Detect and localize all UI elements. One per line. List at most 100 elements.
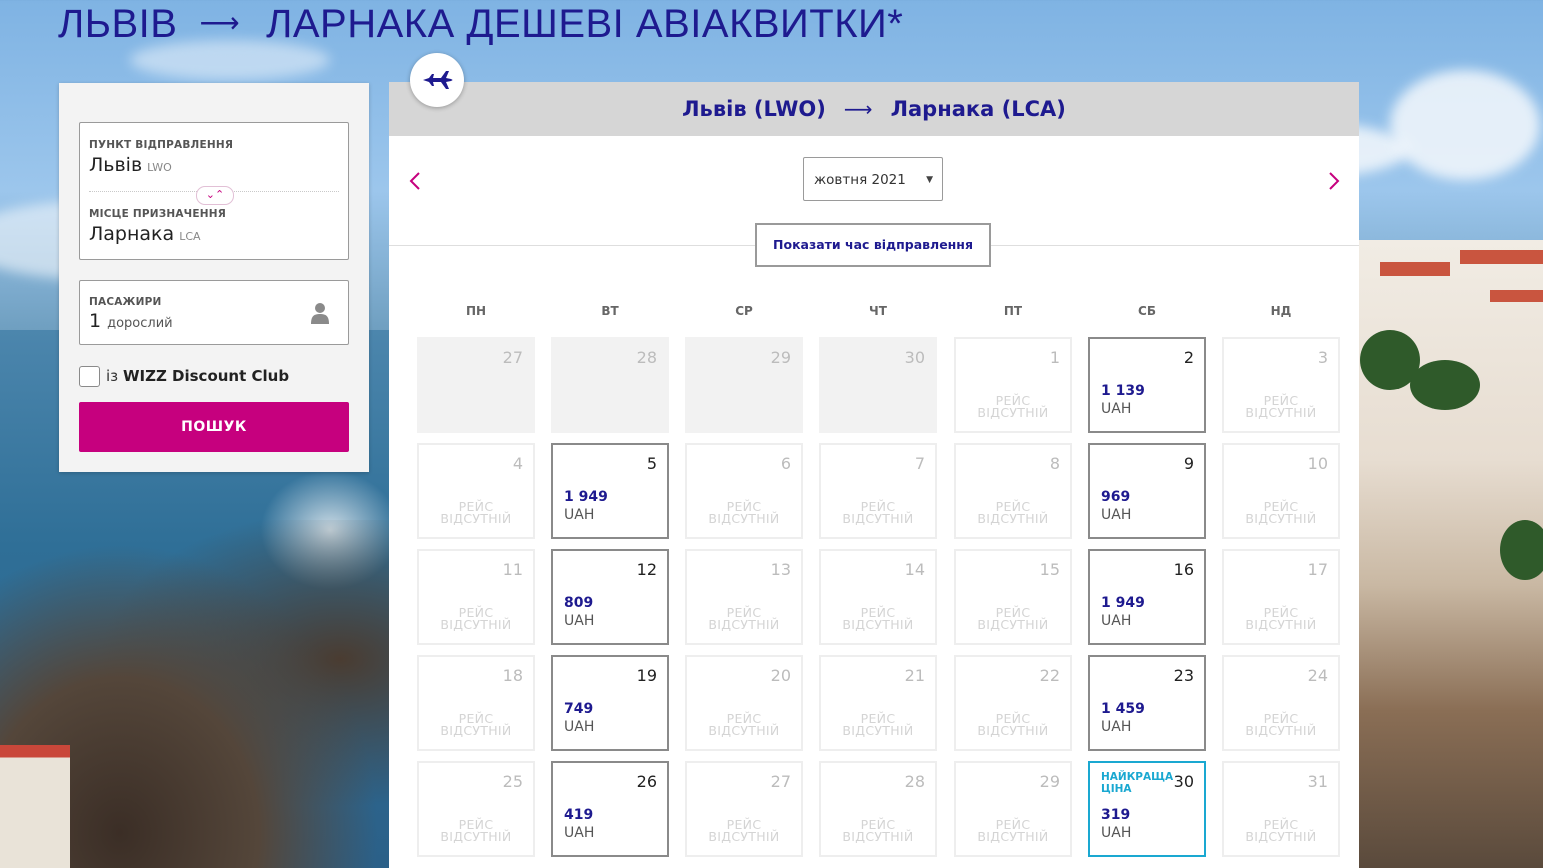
no-flight-label: РЕЙС ВІДСУТНІЙ [977, 499, 1049, 526]
passengers-count: 1 [89, 310, 102, 332]
day-currency: UAH [1101, 401, 1132, 417]
month-select[interactable]: жовтня 2021 ▼ [803, 157, 943, 201]
day-currency: UAH [1101, 825, 1132, 841]
wdc-prefix: із [106, 367, 119, 385]
origin-city: Львів [89, 154, 143, 176]
weekday-label: ЧТ [869, 304, 887, 318]
no-flight-label: РЕЙС ВІДСУТНІЙ [708, 499, 780, 526]
calendar-route: Львів (LWO) ⟶ Ларнака (LCA) [682, 97, 1066, 121]
calendar-route-arrow: ⟶ [843, 97, 873, 121]
day-number: 18 [502, 666, 523, 685]
airplane-icon [423, 71, 453, 89]
day-number: 14 [904, 560, 925, 579]
no-flight-label: РЕЙС ВІДСУТНІЙ [842, 605, 914, 632]
day-number: 1 [1049, 348, 1060, 367]
calendar-day[interactable]: 2 1 139 UAH [1088, 337, 1206, 433]
day-currency: UAH [1101, 613, 1132, 629]
no-flight-label: РЕЙС ВІДСУТНІЙ [440, 817, 512, 844]
destination-city: Ларнака [89, 223, 175, 245]
day-price: 1 459 [1101, 701, 1145, 717]
calendar-day[interactable]: 12 809 UAH [551, 549, 669, 645]
day-number: 2 [1183, 348, 1194, 367]
search-button[interactable]: ПОШУК [79, 402, 349, 452]
day-currency: UAH [1101, 719, 1132, 735]
airplane-badge [410, 53, 464, 107]
no-flight-label: РЕЙС ВІДСУТНІЙ [1245, 817, 1317, 844]
wdc-row: із WIZZ Discount Club [79, 365, 289, 387]
day-price: 1 949 [564, 489, 608, 505]
chevron-left-icon[interactable] [406, 170, 426, 192]
calendar-day: 8 РЕЙС ВІДСУТНІЙ [954, 443, 1072, 539]
calendar-day[interactable]: 26 419 UAH [551, 761, 669, 857]
wdc-name: WIZZ Discount Club [122, 367, 290, 385]
day-number: 28 [904, 772, 925, 791]
calendar-day: 13 РЕЙС ВІДСУТНІЙ [685, 549, 803, 645]
route-selector: ПУНКТ ВІДПРАВЛЕННЯ Львів LWO ⌄⌃ МІСЦЕ ПРИ… [79, 122, 349, 260]
day-currency: UAH [564, 825, 595, 841]
destination-field[interactable]: МІСЦЕ ПРИЗНАЧЕННЯ Ларнака LCA [80, 193, 348, 259]
day-number: 9 [1183, 454, 1194, 473]
no-flight-label: РЕЙС ВІДСУТНІЙ [977, 393, 1049, 420]
show-departure-times-button[interactable]: Показати час відправлення [755, 223, 991, 267]
no-flight-label: РЕЙС ВІДСУТНІЙ [1245, 393, 1317, 420]
origin-value: Львів LWO [89, 154, 172, 176]
day-price: 969 [1101, 489, 1131, 505]
day-number: 29 [1039, 772, 1060, 791]
day-price: 749 [564, 701, 594, 717]
calendar-day: 10 РЕЙС ВІДСУТНІЙ [1222, 443, 1340, 539]
search-panel: ПУНКТ ВІДПРАВЛЕННЯ Львів LWO ⌄⌃ МІСЦЕ ПРИ… [59, 83, 369, 472]
day-number: 3 [1317, 348, 1328, 367]
day-currency: UAH [564, 507, 595, 523]
calendar-day: 18 РЕЙС ВІДСУТНІЙ [417, 655, 535, 751]
day-number: 23 [1173, 666, 1194, 685]
origin-field[interactable]: ПУНКТ ВІДПРАВЛЕННЯ Львів LWO [80, 123, 348, 189]
calendar-route-to: Ларнака (LCA) [890, 97, 1066, 121]
calendar-day[interactable]: 30 НАЙКРАЩА ЦІНА 319 UAH [1088, 761, 1206, 857]
calendar-day: 6 РЕЙС ВІДСУТНІЙ [685, 443, 803, 539]
calendar-day: 22 РЕЙС ВІДСУТНІЙ [954, 655, 1072, 751]
weekday-label: СБ [1138, 304, 1156, 318]
no-flight-label: РЕЙС ВІДСУТНІЙ [440, 711, 512, 738]
weekday-header: ПН ВТ СР ЧТ ПТ СБ НД [417, 304, 1340, 320]
person-icon [311, 303, 329, 324]
passengers-field[interactable]: ПАСАЖИРИ 1 дорослий [79, 280, 349, 345]
day-number: 17 [1307, 560, 1328, 579]
calendar-day[interactable]: 5 1 949 UAH [551, 443, 669, 539]
day-number: 13 [770, 560, 791, 579]
no-flight-label: РЕЙС ВІДСУТНІЙ [1245, 499, 1317, 526]
calendar-day[interactable]: 9 969 UAH [1088, 443, 1206, 539]
day-number: 20 [770, 666, 791, 685]
chevron-right-icon[interactable] [1323, 170, 1343, 192]
calendar-day[interactable]: 16 1 949 UAH [1088, 549, 1206, 645]
calendar-day: 1 РЕЙС ВІДСУТНІЙ [954, 337, 1072, 433]
calendar-day: 11 РЕЙС ВІДСУТНІЙ [417, 549, 535, 645]
calendar-day[interactable]: 19 749 UAH [551, 655, 669, 751]
wdc-checkbox[interactable] [79, 365, 100, 387]
day-number: 21 [904, 666, 925, 685]
no-flight-label: РЕЙС ВІДСУТНІЙ [708, 817, 780, 844]
weekday-label: ВТ [601, 304, 619, 318]
page-title-origin: ЛЬВІВ [58, 2, 178, 46]
no-flight-label: РЕЙС ВІДСУТНІЙ [842, 817, 914, 844]
day-number: 29 [770, 348, 791, 367]
no-flight-label: РЕЙС ВІДСУТНІЙ [440, 499, 512, 526]
day-number: 28 [636, 348, 657, 367]
weekday-label: ПТ [1003, 304, 1023, 318]
calendar-day: 7 РЕЙС ВІДСУТНІЙ [819, 443, 937, 539]
day-price: 1 139 [1101, 383, 1145, 399]
calendar-route-from: Львів (LWO) [682, 97, 826, 121]
origin-code: LWO [147, 161, 172, 174]
day-number: 8 [1049, 454, 1060, 473]
day-number: 24 [1307, 666, 1328, 685]
calendar-day: 27 РЕЙС ВІДСУТНІЙ [685, 761, 803, 857]
calendar-day: 20 РЕЙС ВІДСУТНІЙ [685, 655, 803, 751]
weekday-label: ПН [465, 304, 487, 318]
page-title-destination: ЛАРНАКА ДЕШЕВІ АВІАКВИТКИ* [266, 2, 904, 46]
destination-code: LCA [179, 230, 201, 243]
calendar-day[interactable]: 23 1 459 UAH [1088, 655, 1206, 751]
day-currency: UAH [564, 613, 595, 629]
passengers-label: ПАСАЖИРИ [89, 296, 162, 308]
calendar-day: 14 РЕЙС ВІДСУТНІЙ [819, 549, 937, 645]
calendar-day: 15 РЕЙС ВІДСУТНІЙ [954, 549, 1072, 645]
passengers-value: 1 дорослий [89, 310, 173, 332]
